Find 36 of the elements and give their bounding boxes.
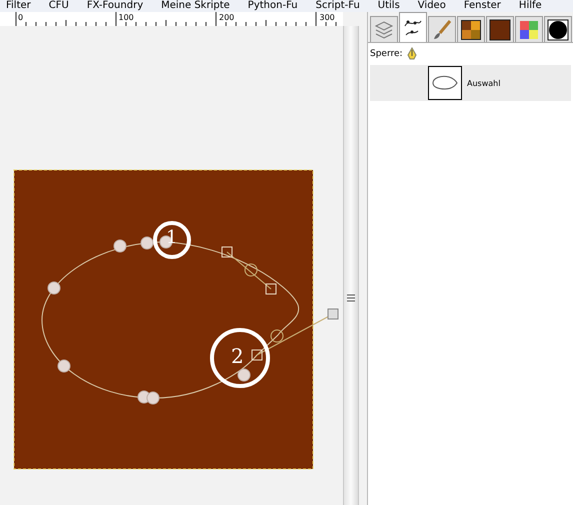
scrollbar[interactable] [343, 26, 359, 505]
handle-circle[interactable] [270, 330, 284, 342]
dock-tab[interactable] [399, 12, 427, 42]
menu-item[interactable]: Python-Fu [248, 0, 298, 12]
handle-circle[interactable] [244, 264, 258, 276]
brush-shape-icon [547, 18, 569, 40]
path-list-item[interactable]: Auswahl [370, 65, 571, 101]
annotation-number: 2 [231, 344, 244, 368]
menu-item[interactable]: Fenster [464, 0, 501, 12]
ruler-label: 300 [320, 13, 335, 22]
menu-item[interactable]: Video [418, 0, 446, 12]
brush-icon [431, 18, 453, 40]
lock-label: Sperre: [370, 49, 403, 59]
dock-tab[interactable] [457, 16, 485, 42]
path-thumbnail [428, 66, 462, 100]
ruler-label: 100 [118, 13, 134, 22]
path-name: Auswahl [467, 78, 500, 88]
ruler-label: 0 [18, 13, 24, 22]
ruler-label: 200 [219, 13, 234, 22]
menu-item[interactable]: CFU [48, 0, 69, 12]
menu-item[interactable]: Meine Skripte [161, 0, 230, 12]
menu-item[interactable]: Filter [6, 0, 31, 12]
handle-square[interactable] [328, 308, 338, 320]
dock-tab[interactable] [544, 16, 572, 42]
layers-icon [373, 20, 395, 40]
menu-item[interactable]: Script-Fu [316, 0, 360, 12]
menu-item[interactable]: FX-Foundry [86, 0, 144, 12]
dock-tab[interactable] [486, 16, 514, 42]
pen-lock-icon[interactable] [406, 47, 417, 61]
grip-icon [347, 294, 355, 302]
annotation-ring [210, 328, 270, 388]
pattern-icon [518, 18, 540, 40]
color-swatch-icon [489, 18, 511, 40]
menu-item[interactable]: Hilfe [518, 0, 542, 12]
menu-item[interactable]: Utils [378, 0, 400, 12]
palette-icon [460, 18, 482, 40]
